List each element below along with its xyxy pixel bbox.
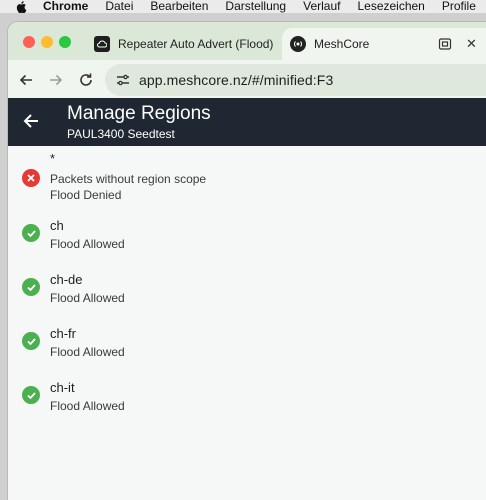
list-item[interactable]: ch Flood Allowed — [8, 210, 486, 264]
region-name: ch — [50, 218, 64, 233]
tab-search-icon[interactable] — [438, 37, 452, 51]
page-title: Manage Regions — [67, 103, 211, 124]
menu-item-edit[interactable]: Bearbeiten — [150, 0, 208, 13]
check-icon — [22, 332, 40, 350]
window-close-button[interactable] — [23, 36, 35, 48]
region-status: Flood Denied — [50, 188, 122, 202]
menu-item-profiles[interactable]: Profile — [442, 0, 476, 13]
app-bar: Manage Regions PAUL3400 Seedtest — [8, 98, 486, 146]
close-icon — [22, 169, 40, 187]
menu-item-history[interactable]: Verlauf — [303, 0, 340, 13]
list-item[interactable]: ch-de Flood Allowed — [8, 264, 486, 318]
apple-icon[interactable] — [16, 0, 27, 13]
window-zoom-button[interactable] — [59, 36, 71, 48]
tab-title: MeshCore — [314, 37, 370, 51]
tab-close-icon[interactable]: ✕ — [466, 36, 477, 52]
menu-item-bookmarks[interactable]: Lesezeichen — [357, 0, 424, 13]
region-list: * Packets without region scope Flood Den… — [8, 146, 486, 426]
site-settings-icon[interactable] — [115, 72, 131, 88]
tab-repeater-auto-advert[interactable]: Repeater Auto Advert (Flood) — [86, 28, 276, 60]
list-item[interactable]: ch-fr Flood Allowed — [8, 318, 486, 372]
region-name: ch-de — [50, 272, 83, 287]
menu-item-file[interactable]: Datei — [105, 0, 133, 13]
region-name: * — [50, 151, 56, 166]
back-arrow-icon[interactable] — [22, 112, 40, 130]
region-status: Flood Allowed — [50, 291, 125, 305]
menu-bar: Chrome Datei Bearbeiten Darstellung Verl… — [0, 0, 486, 13]
radio-favicon-icon — [290, 36, 306, 52]
check-icon — [22, 278, 40, 296]
browser-window: Repeater Auto Advert (Flood) MeshCore ✕ — [8, 22, 486, 500]
tab-title: Repeater Auto Advert (Flood) — [118, 37, 274, 51]
menu-item-chrome[interactable]: Chrome — [43, 0, 88, 13]
window-minimize-button[interactable] — [41, 36, 53, 48]
address-bar[interactable]: app.meshcore.nz/#/minified:F3 — [105, 64, 486, 96]
region-status: Flood Allowed — [50, 345, 125, 359]
menu-item-view[interactable]: Darstellung — [225, 0, 286, 13]
cloud-favicon-icon — [94, 36, 110, 52]
region-name: ch-fr — [50, 326, 76, 341]
region-description: Packets without region scope — [50, 172, 207, 186]
page-subtitle: PAUL3400 Seedtest — [67, 127, 175, 141]
tab-meshcore[interactable]: MeshCore ✕ — [282, 28, 486, 60]
back-arrow-icon[interactable] — [18, 72, 34, 88]
check-icon — [22, 386, 40, 404]
region-status: Flood Allowed — [50, 237, 125, 251]
list-item[interactable]: * Packets without region scope Flood Den… — [8, 146, 486, 210]
url-text: app.meshcore.nz/#/minified:F3 — [139, 72, 334, 88]
region-status: Flood Allowed — [50, 399, 125, 413]
browser-toolbar: app.meshcore.nz/#/minified:F3 — [8, 60, 486, 100]
tab-strip: Repeater Auto Advert (Flood) MeshCore ✕ — [8, 22, 486, 60]
check-icon — [22, 224, 40, 242]
reload-icon[interactable] — [78, 72, 94, 88]
forward-arrow-icon[interactable] — [48, 72, 64, 88]
region-name: ch-it — [50, 380, 75, 395]
list-item[interactable]: ch-it Flood Allowed — [8, 372, 486, 426]
